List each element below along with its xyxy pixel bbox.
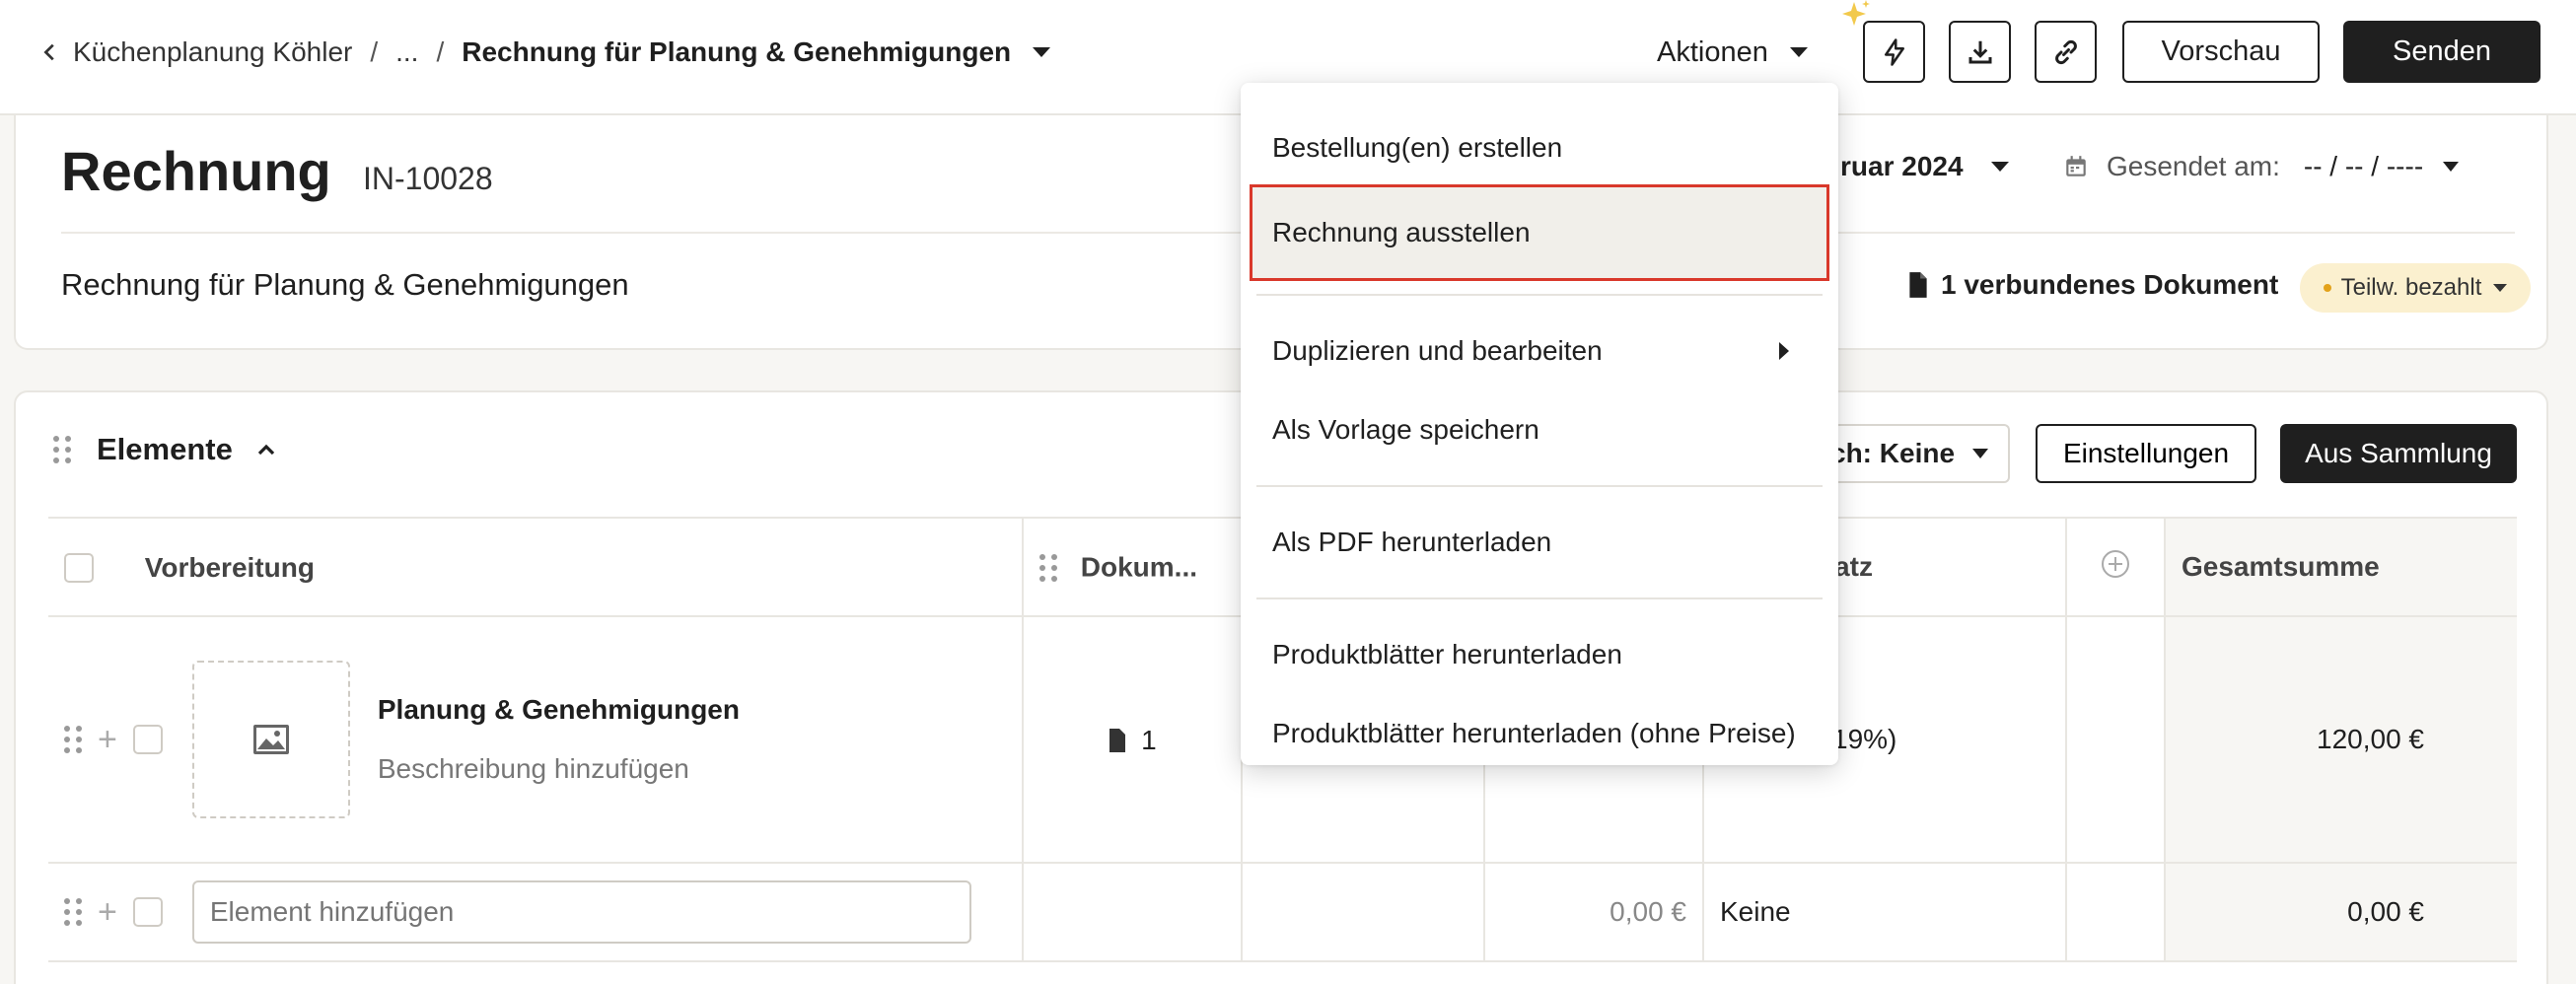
menu-divider bbox=[1256, 485, 1823, 487]
breadcrumb-project[interactable]: Küchenplanung Köhler bbox=[73, 36, 352, 68]
settings-button[interactable]: Einstellungen bbox=[2036, 424, 2256, 483]
column-header-item[interactable]: Vorbereitung bbox=[48, 517, 1024, 617]
item-name[interactable]: Planung & Genehmigungen bbox=[378, 694, 740, 726]
document-icon bbox=[1909, 272, 1927, 298]
item-text: Planung & Genehmigungen Beschreibung hin… bbox=[378, 694, 740, 785]
row-tools: + bbox=[64, 895, 163, 929]
menu-item-download-product-sheets[interactable]: Produktblätter herunterladen bbox=[1241, 615, 1838, 694]
actions-menu-button[interactable]: Aktionen bbox=[1657, 30, 1808, 75]
select-all-checkbox[interactable] bbox=[64, 552, 94, 583]
drag-handle-icon[interactable] bbox=[64, 898, 82, 926]
column-header-label: Dokum... bbox=[1080, 551, 1198, 583]
automation-button[interactable] bbox=[1863, 21, 1925, 83]
menu-divider bbox=[1256, 597, 1823, 599]
breadcrumb-ellipsis[interactable]: ... bbox=[395, 36, 418, 68]
page-title: Rechnung bbox=[61, 140, 331, 202]
caret-down-icon bbox=[2443, 162, 2460, 172]
sent-date-label: Gesendet am: bbox=[2107, 151, 2280, 181]
row-tools: + bbox=[64, 723, 163, 756]
drag-handle-icon[interactable] bbox=[64, 726, 82, 753]
calendar-icon bbox=[2066, 156, 2086, 176]
caret-down-icon bbox=[1990, 162, 2009, 172]
linked-documents-link[interactable]: 1 verbundenes Dokument bbox=[1907, 269, 2278, 301]
actions-label: Aktionen bbox=[1657, 35, 1768, 68]
tax-select-value: ch: Keine bbox=[1830, 438, 1956, 468]
item-empty-cell bbox=[2066, 616, 2166, 864]
item-cell: + Planung & Genehmigungen Beschreibung h… bbox=[64, 661, 1006, 818]
add-item-row: + 0,00 € Keine 0,00 € bbox=[48, 863, 2517, 962]
add-column-icon[interactable] bbox=[2100, 548, 2131, 580]
from-collection-button[interactable]: Aus Sammlung bbox=[2280, 424, 2517, 483]
invoice-date-select[interactable]: ruar 2024 bbox=[1840, 151, 2009, 182]
add-row-tax[interactable]: Keine bbox=[1703, 863, 2067, 962]
menu-item-duplicate-edit[interactable]: Duplizieren und bearbeiten bbox=[1241, 312, 1838, 390]
menu-item-issue-invoice[interactable]: Rechnung ausstellen bbox=[1250, 184, 1829, 281]
add-row-empty-cell bbox=[1242, 863, 1485, 962]
caret-right-icon bbox=[1779, 342, 1789, 360]
status-badge[interactable]: Teilw. bezahlt bbox=[2300, 263, 2531, 313]
breadcrumb: Küchenplanung Köhler / ... / Rechnung fü… bbox=[39, 30, 1051, 75]
menu-item-download-pdf[interactable]: Als PDF herunterladen bbox=[1241, 503, 1838, 582]
menu-item-save-template[interactable]: Als Vorlage speichern bbox=[1241, 390, 1838, 469]
status-label: Teilw. bezahlt bbox=[2340, 274, 2482, 301]
column-header-add[interactable] bbox=[2066, 517, 2166, 617]
drag-handle-icon[interactable] bbox=[53, 436, 71, 463]
caret-down-icon bbox=[1972, 449, 1989, 458]
invoice-date-value: ruar 2024 bbox=[1840, 151, 1964, 181]
document-number: IN-10028 bbox=[363, 161, 493, 196]
menu-divider bbox=[1256, 294, 1823, 296]
item-total: 120,00 € bbox=[2165, 616, 2517, 864]
link-icon bbox=[2054, 39, 2077, 64]
download-icon bbox=[1968, 40, 1991, 63]
menu-item-create-orders[interactable]: Bestellung(en) erstellen bbox=[1241, 108, 1838, 187]
share-link-button[interactable] bbox=[2035, 21, 2097, 83]
chevron-up-icon[interactable] bbox=[254, 438, 278, 461]
add-row-icon[interactable]: + bbox=[98, 723, 117, 756]
caret-down-icon bbox=[1789, 47, 1808, 57]
add-row-empty-cell bbox=[1023, 863, 1243, 962]
actions-dropdown-menu: Bestellung(en) erstellen Rechnung ausste… bbox=[1241, 83, 1838, 765]
item-documents-count: 1 bbox=[1141, 724, 1157, 755]
section-title: Elemente bbox=[97, 432, 233, 466]
add-row-total: 0,00 € bbox=[2165, 863, 2517, 962]
caret-down-icon[interactable] bbox=[1033, 47, 1051, 57]
breadcrumb-separator: / bbox=[436, 36, 445, 67]
document-subtitle[interactable]: Rechnung für Planung & Genehmigungen bbox=[61, 267, 629, 303]
chevron-left-icon[interactable] bbox=[39, 41, 61, 63]
caret-down-icon bbox=[2493, 284, 2508, 292]
breadcrumb-separator: / bbox=[370, 36, 379, 67]
preview-button[interactable]: Vorschau bbox=[2122, 21, 2320, 83]
drag-handle-icon[interactable] bbox=[1039, 553, 1057, 582]
column-header-label: Vorbereitung bbox=[144, 551, 315, 583]
item-documents-cell[interactable]: 1 bbox=[1023, 616, 1243, 864]
add-row-price[interactable]: 0,00 € bbox=[1484, 863, 1704, 962]
menu-item-download-product-sheets-no-prices[interactable]: Produktblätter herunterladen (ohne Preis… bbox=[1241, 694, 1838, 773]
row-checkbox[interactable] bbox=[132, 897, 163, 927]
add-item-input[interactable] bbox=[191, 880, 971, 944]
column-header-documents[interactable]: Dokum... bbox=[1023, 517, 1243, 617]
lightning-icon bbox=[1884, 37, 1904, 66]
image-icon bbox=[252, 725, 289, 754]
row-checkbox[interactable] bbox=[132, 725, 163, 754]
add-row-empty-cell bbox=[2066, 863, 2166, 962]
column-header-total[interactable]: Gesamtsumme bbox=[2165, 517, 2517, 617]
add-item-cell: + bbox=[64, 880, 1006, 944]
elements-section-header[interactable]: Elemente bbox=[53, 432, 278, 467]
breadcrumb-current: Rechnung für Planung & Genehmigungen bbox=[462, 36, 1012, 67]
menu-item-label: Duplizieren und bearbeiten bbox=[1272, 335, 1603, 366]
add-row-icon[interactable]: + bbox=[98, 895, 117, 929]
status-dot-icon bbox=[2323, 284, 2331, 292]
item-image-placeholder[interactable] bbox=[191, 661, 350, 818]
sent-date-value: -- / -- / ---- bbox=[2303, 151, 2424, 181]
sent-date-field[interactable]: Gesendet am: -- / -- / ---- bbox=[2063, 151, 2460, 182]
linked-documents-label: 1 verbundenes Dokument bbox=[1941, 269, 2279, 300]
download-button[interactable] bbox=[1949, 21, 2011, 83]
item-description[interactable]: Beschreibung hinzufügen bbox=[378, 753, 740, 785]
send-button[interactable]: Senden bbox=[2343, 21, 2540, 83]
document-icon bbox=[1109, 728, 1126, 752]
